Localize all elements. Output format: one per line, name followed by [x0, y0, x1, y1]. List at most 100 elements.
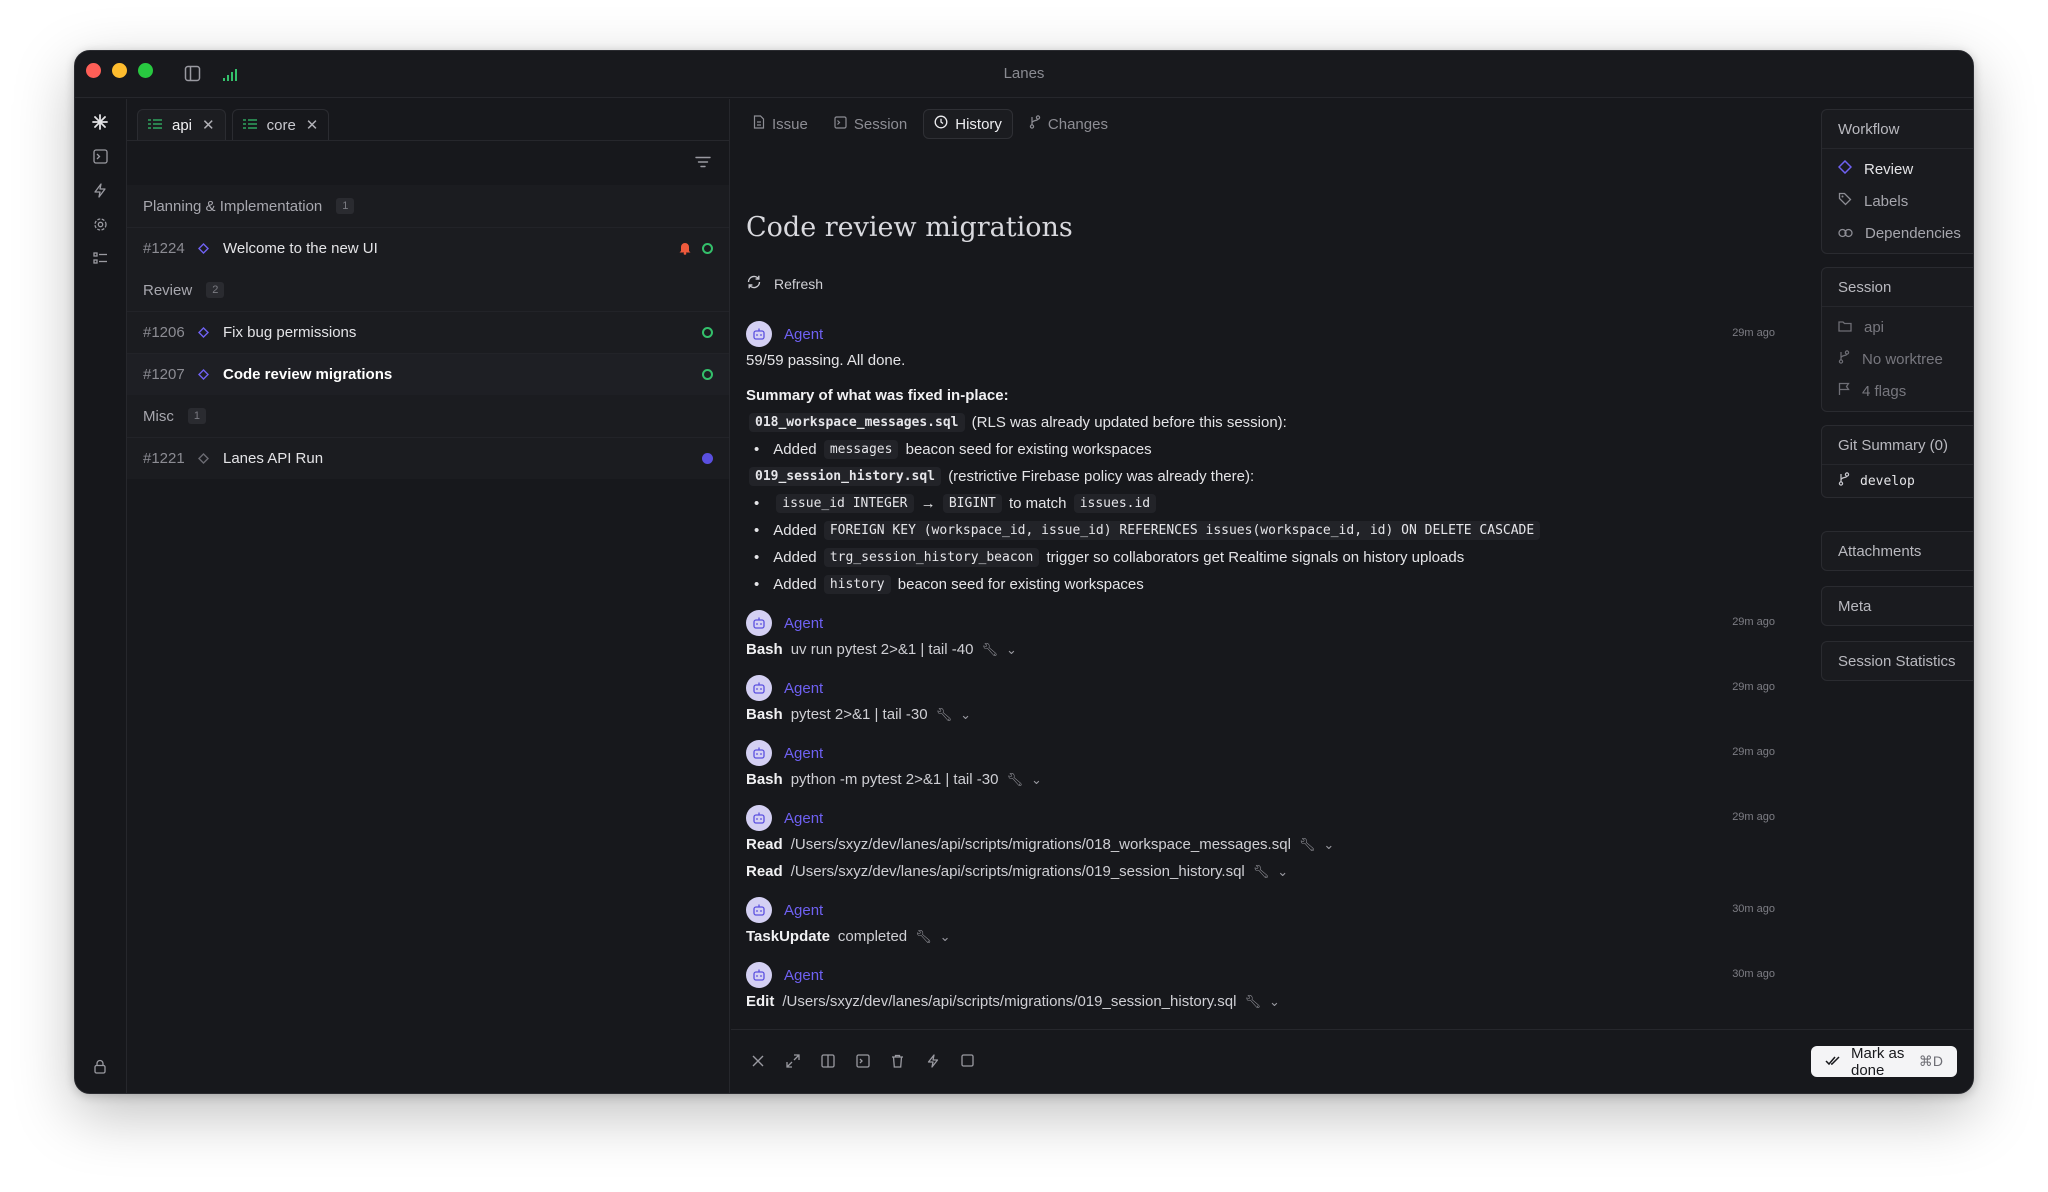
- card-title: Workflow: [1838, 120, 1900, 138]
- inline-code: issues.id: [1073, 494, 1157, 513]
- item-label: 4 flags: [1862, 382, 1907, 400]
- issue-row[interactable]: #1206 Fix bug permissions: [127, 311, 729, 353]
- group-header[interactable]: Planning & Implementation 1: [127, 185, 729, 227]
- bullet-item: Added trg_session_history_beacon trigger…: [746, 544, 1775, 571]
- session-header[interactable]: Session: [1822, 268, 1973, 306]
- session-statistics-header[interactable]: Session Statistics: [1822, 642, 1973, 680]
- meta-header[interactable]: Meta: [1822, 587, 1973, 625]
- workflow-status[interactable]: Review: [1822, 153, 1973, 185]
- message-time: 29m ago: [1732, 746, 1775, 758]
- wrench-icon: 🔧︎: [1298, 836, 1316, 852]
- tool-call[interactable]: Edit /Users/sxyz/dev/lanes/api/scripts/m…: [746, 988, 1775, 1015]
- session-worktree: No worktree: [1822, 343, 1973, 375]
- diamond-icon: [197, 327, 209, 339]
- expand-icon[interactable]: [784, 1052, 801, 1069]
- wrench-icon: 🔧︎: [1244, 993, 1261, 1009]
- mark-as-done-button[interactable]: Mark as done ⌘D: [1811, 1045, 1957, 1079]
- close-tab-icon[interactable]: ✕: [202, 116, 215, 134]
- wrench-icon: 🔧︎: [915, 928, 932, 944]
- issue-list: Planning & Implementation 1 #1224 Welcom…: [127, 185, 729, 479]
- close-icon[interactable]: [749, 1052, 766, 1069]
- tag-icon: [1838, 192, 1852, 210]
- tab-core[interactable]: core ✕: [231, 109, 330, 140]
- tool-name: Bash: [746, 641, 783, 658]
- meta-card: Meta: [1821, 586, 1973, 626]
- tool-call[interactable]: Bash pytest 2>&1 | tail -30 🔧︎ ⌄: [746, 701, 1775, 728]
- sparkle-icon[interactable]: [89, 111, 111, 133]
- bullet-text: Added: [773, 441, 817, 458]
- message-time: 29m ago: [1732, 616, 1775, 628]
- tab-changes[interactable]: Changes: [1019, 109, 1118, 139]
- issue-row-selected[interactable]: #1207 Code review migrations: [127, 353, 729, 395]
- dependencies-item[interactable]: Dependencies: [1822, 217, 1973, 249]
- tool-call[interactable]: Bash python -m pytest 2>&1 | tail -30 🔧︎…: [746, 766, 1775, 793]
- group-header[interactable]: Misc 1: [127, 395, 729, 437]
- refresh-button[interactable]: Refresh: [746, 274, 823, 293]
- trash-icon[interactable]: [889, 1052, 906, 1069]
- chevron-down-icon[interactable]: ⌄: [1277, 864, 1288, 880]
- robot-avatar-icon: [746, 962, 772, 988]
- group-header[interactable]: Review 2: [127, 269, 729, 311]
- filter-icon[interactable]: [695, 155, 711, 173]
- tab-api[interactable]: api ✕: [137, 109, 226, 140]
- tab-issue[interactable]: Issue: [743, 109, 818, 139]
- status-circle-icon: [702, 327, 713, 338]
- tool-call[interactable]: Read /Users/sxyz/dev/lanes/api/scripts/m…: [746, 858, 1775, 885]
- robot-avatar-icon: [746, 897, 772, 923]
- tool-name: Edit: [746, 993, 775, 1010]
- robot-avatar-icon: [746, 675, 772, 701]
- chevron-down-icon[interactable]: ⌄: [940, 929, 951, 945]
- message-header: Agent 29m ago: [746, 740, 1775, 766]
- settings-gear-icon[interactable]: [89, 213, 111, 235]
- tab-history[interactable]: History: [923, 109, 1013, 139]
- item-label: Review: [1864, 160, 1914, 178]
- task-list-icon[interactable]: [89, 247, 111, 269]
- tool-call[interactable]: Read /Users/sxyz/dev/lanes/api/scripts/m…: [746, 831, 1775, 858]
- labels-item[interactable]: Labels: [1822, 185, 1973, 217]
- issue-number: #1224: [143, 240, 185, 257]
- chevron-down-icon[interactable]: ⌄: [1269, 994, 1280, 1010]
- issue-row[interactable]: #1224 Welcome to the new UI: [127, 227, 729, 269]
- inline-code: messages: [823, 440, 899, 459]
- message-header: Agent 29m ago: [746, 805, 1775, 831]
- session-folder: api: [1822, 311, 1973, 343]
- issues-sidebar: api ✕ core ✕ Planning & Implementation 1…: [127, 99, 730, 1093]
- bullet-text: Added: [773, 522, 817, 539]
- lightning-icon[interactable]: [89, 179, 111, 201]
- chevron-down-icon[interactable]: ⌄: [1006, 642, 1017, 658]
- message-header: Agent 30m ago: [746, 962, 1775, 988]
- folder-icon: [1838, 319, 1852, 336]
- issue-title: Code review migrations: [223, 366, 393, 383]
- stop-square-icon[interactable]: [959, 1052, 976, 1069]
- terminal-icon[interactable]: [854, 1052, 871, 1069]
- link-icon: [1838, 225, 1853, 242]
- git-summary-header[interactable]: Git Summary (0): [1822, 426, 1973, 464]
- bullet-item: issue_id INTEGER → BIGINT to match issue…: [746, 490, 1775, 517]
- robot-avatar-icon: [746, 740, 772, 766]
- lightning-icon[interactable]: [924, 1052, 941, 1069]
- issue-row[interactable]: #1221 Lanes API Run: [127, 437, 729, 479]
- split-view-icon[interactable]: [819, 1052, 836, 1069]
- bullet-text: trigger so collaborators get Realtime si…: [1046, 549, 1465, 566]
- inline-code: trg_session_history_beacon: [823, 548, 1040, 567]
- tool-name: Read: [746, 836, 783, 853]
- tool-call[interactable]: TaskUpdate completed 🔧︎ ⌄: [746, 923, 1775, 950]
- arrow-glyph: →: [920, 495, 936, 512]
- lock-icon[interactable]: [89, 1055, 111, 1077]
- workflow-card: Workflow Review Labels Dependencies: [1821, 109, 1973, 254]
- tab-session[interactable]: Session: [824, 109, 917, 139]
- chevron-down-icon[interactable]: ⌄: [1031, 772, 1042, 788]
- close-tab-icon[interactable]: ✕: [306, 116, 319, 134]
- chevron-down-icon[interactable]: ⌄: [960, 707, 971, 723]
- attachments-header[interactable]: Attachments: [1822, 532, 1973, 570]
- chevron-down-icon[interactable]: ⌄: [1323, 837, 1334, 853]
- message-time: 30m ago: [1732, 968, 1775, 980]
- terminal-icon[interactable]: [89, 145, 111, 167]
- item-label: Labels: [1864, 192, 1909, 210]
- tool-call[interactable]: Bash uv run pytest 2>&1 | tail -40 🔧︎ ⌄: [746, 636, 1775, 663]
- session-flags: 4 flags: [1822, 375, 1973, 407]
- workflow-header[interactable]: Workflow: [1822, 110, 1973, 148]
- robot-avatar-icon: [746, 321, 772, 347]
- branch-name: develop: [1860, 473, 1915, 489]
- clock-icon: [934, 115, 948, 133]
